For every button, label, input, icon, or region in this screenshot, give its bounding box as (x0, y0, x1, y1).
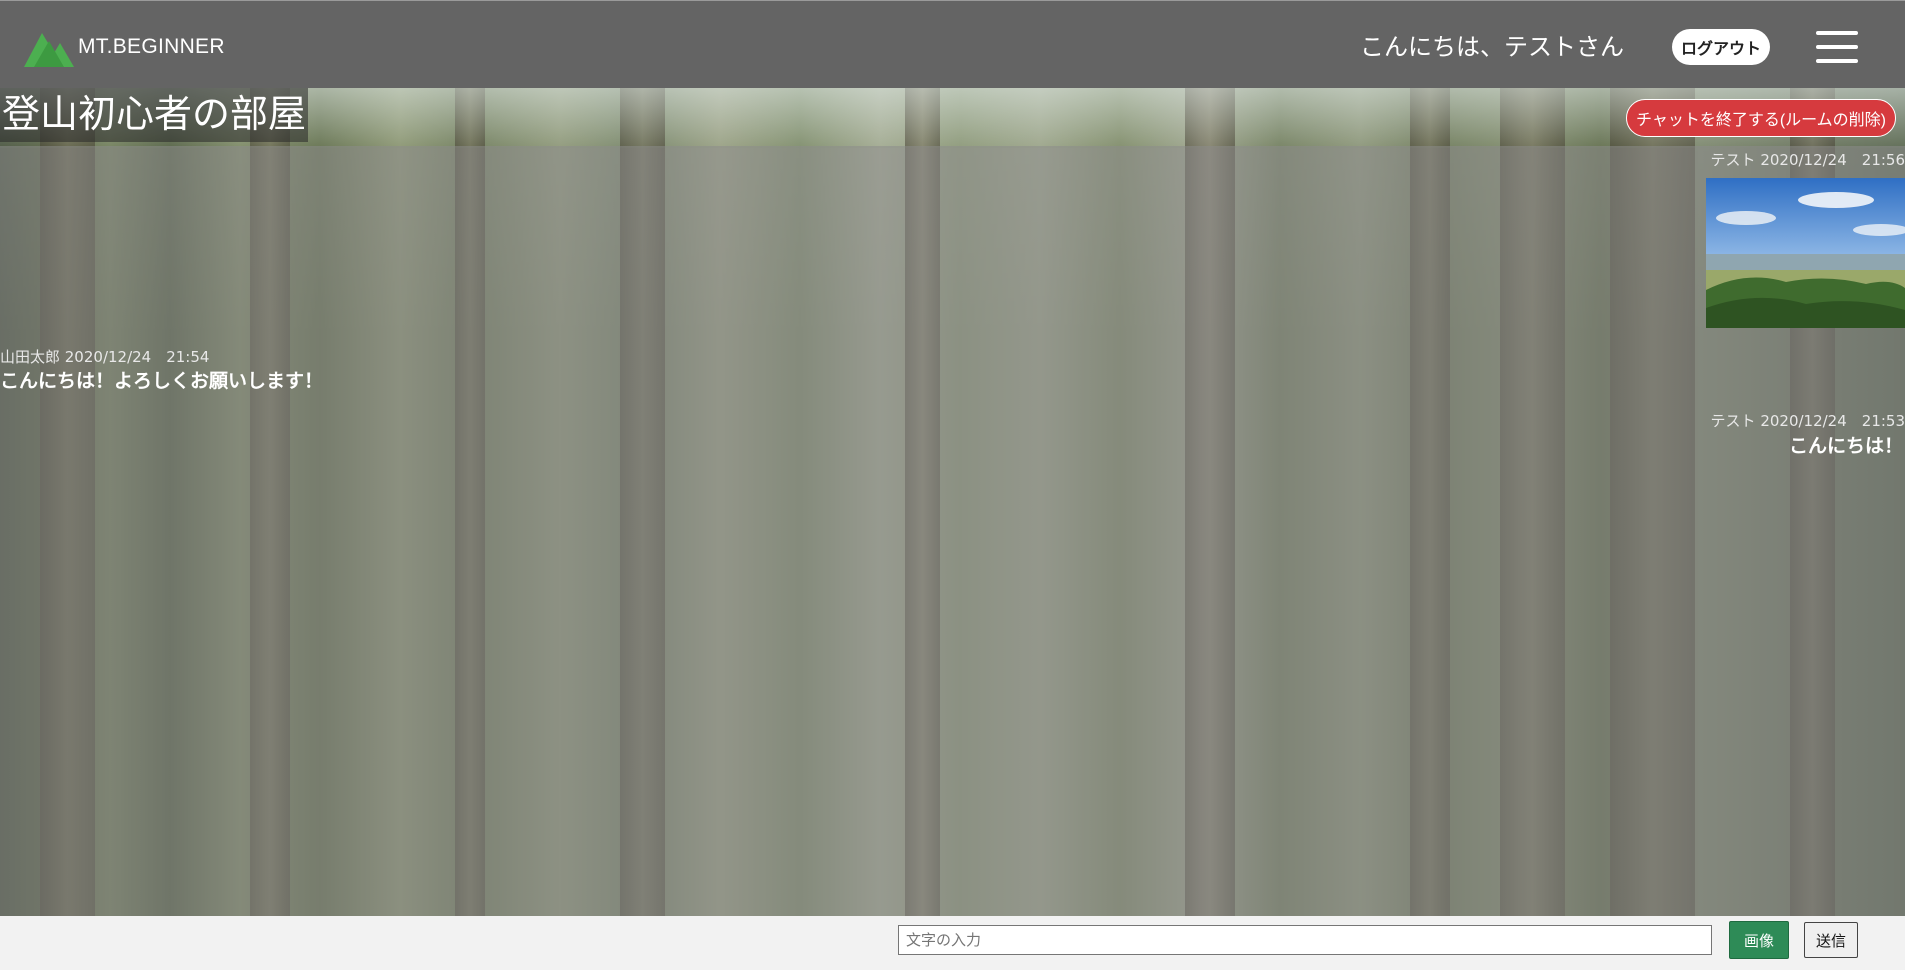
top-header: MT.BEGINNER こんにちは、テストさん ログアウト (0, 0, 1905, 88)
room-title: 登山初心者の部屋 (0, 88, 309, 142)
message-text: こんにちは！ (1788, 435, 1903, 457)
end-chat-button[interactable]: チャットを終了する(ルームの削除) (1626, 99, 1896, 137)
hamburger-menu-icon[interactable] (1816, 31, 1858, 63)
message-meta: テスト 2020/12/24 21:53 (1710, 412, 1905, 430)
message-image[interactable] (1706, 178, 1905, 328)
message-text: こんにちは！よろしくお願いします！ (0, 370, 324, 392)
mountain-logo-icon (24, 33, 74, 67)
image-upload-button[interactable]: 画像 (1729, 921, 1789, 959)
logo-text: MT.BEGINNER (78, 35, 225, 58)
chat-overlay (0, 146, 1905, 916)
logo[interactable]: MT.BEGINNER (24, 27, 225, 67)
logout-button[interactable]: ログアウト (1672, 29, 1770, 65)
message-input[interactable] (898, 925, 1712, 955)
send-button[interactable]: 送信 (1804, 922, 1858, 958)
message-meta: 山田太郎 2020/12/24 21:54 (0, 348, 210, 366)
message-meta: テスト 2020/12/24 21:56 (1710, 151, 1905, 169)
greeting-text: こんにちは、テストさん (1360, 33, 1624, 61)
